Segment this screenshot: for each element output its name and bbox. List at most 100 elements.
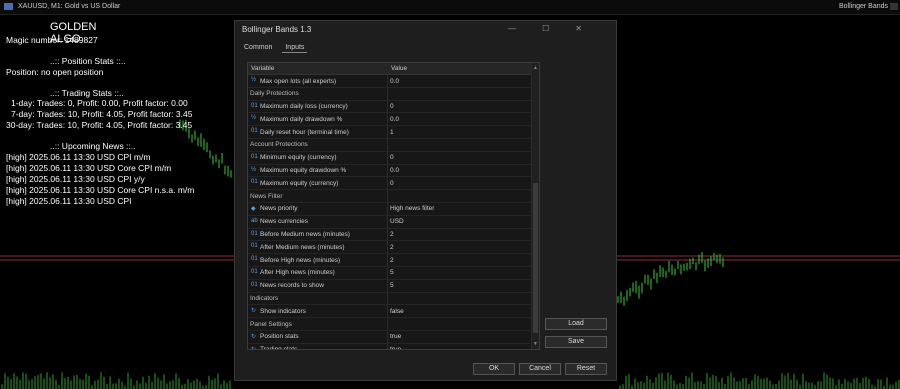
column-divider bbox=[387, 254, 388, 266]
parameter-value[interactable]: 0 bbox=[390, 103, 394, 110]
column-header-value[interactable]: Value bbox=[391, 65, 407, 72]
parameter-name: Maximum daily loss (currency) bbox=[260, 103, 348, 111]
grid-row[interactable]: 01 News records to show 5 bbox=[248, 279, 539, 293]
parameter-name: Maximum equity drawdown % bbox=[260, 167, 347, 175]
inputs-grid: Variable Value ½ Max open lots (all exper… bbox=[247, 62, 540, 350]
grid-row[interactable]: ½ Max open lots (all experts) 0.0 bbox=[248, 75, 539, 88]
minimize-icon[interactable]: — bbox=[508, 24, 542, 33]
grid-row[interactable]: ◆ News priority High news filter bbox=[248, 202, 539, 216]
parameter-name: After Medium news (minutes) bbox=[260, 243, 345, 251]
position-status: Position: no open position bbox=[6, 67, 104, 77]
scroll-up-icon[interactable]: ▲ bbox=[533, 65, 538, 71]
grid-row[interactable]: 01 Before High news (minutes) 2 bbox=[248, 254, 539, 267]
parameter-value[interactable]: 0.0 bbox=[390, 116, 399, 123]
column-header-variable[interactable]: Variable bbox=[251, 65, 274, 72]
column-divider bbox=[387, 75, 388, 87]
parameter-value[interactable]: false bbox=[390, 308, 404, 315]
tab-common[interactable]: Common bbox=[241, 43, 275, 52]
grid-row[interactable]: ↻ Trading stats true bbox=[248, 343, 539, 349]
parameter-value[interactable]: true bbox=[390, 346, 401, 349]
grid-row[interactable]: ½ Maximum daily drawdown % 0.0 bbox=[248, 113, 539, 127]
parameter-name: News currencies bbox=[260, 218, 309, 226]
column-divider bbox=[387, 126, 388, 138]
load-button[interactable]: Load bbox=[545, 318, 607, 330]
column-divider bbox=[387, 164, 388, 177]
parameter-name: Position stats bbox=[260, 333, 299, 341]
grid-row[interactable]: ab News currencies USD bbox=[248, 215, 539, 229]
column-divider bbox=[387, 215, 388, 228]
parameter-name: Maximum daily drawdown % bbox=[260, 115, 343, 123]
grid-row[interactable]: 01 Maximum daily loss (currency) 0 bbox=[248, 100, 539, 114]
news-item: [high] 2025.06.11 13:30 USD CPI bbox=[6, 196, 132, 206]
parameter-value[interactable]: 5 bbox=[390, 269, 394, 276]
scrollbar-thumb[interactable] bbox=[533, 183, 538, 333]
column-divider bbox=[387, 305, 388, 318]
ok-button[interactable]: OK bbox=[473, 363, 515, 375]
parameter-value[interactable]: 2 bbox=[390, 257, 394, 264]
grid-section-header: Account Protections bbox=[248, 138, 539, 152]
trading-stats-7day: 7-day: Trades: 10, Profit: 4.05, Profit … bbox=[11, 109, 193, 119]
parameter-value[interactable]: 0 bbox=[390, 154, 394, 161]
grid-row[interactable]: 01 Maximum equity (currency) 0 bbox=[248, 177, 539, 191]
column-divider bbox=[387, 228, 388, 241]
parameter-value[interactable]: 0 bbox=[390, 180, 394, 187]
parameter-value[interactable]: 0.0 bbox=[390, 78, 399, 85]
parameter-name: Before Medium news (minutes) bbox=[260, 231, 350, 239]
grid-row[interactable]: 01 Before Medium news (minutes) 2 bbox=[248, 228, 539, 242]
column-divider bbox=[387, 202, 388, 215]
magic-number: Magic number: 1489827 bbox=[6, 35, 98, 45]
grid-row[interactable]: 01 After High news (minutes) 5 bbox=[248, 266, 539, 280]
column-divider bbox=[387, 292, 388, 305]
section-label: Daily Protections bbox=[250, 90, 299, 98]
parameter-value[interactable]: 5 bbox=[390, 282, 394, 289]
parameter-value[interactable]: true bbox=[390, 333, 401, 340]
parameter-name: Max open lots (all experts) bbox=[260, 77, 337, 85]
parameter-value[interactable]: USD bbox=[390, 218, 404, 225]
parameter-value[interactable]: 1 bbox=[390, 129, 394, 136]
scroll-down-icon[interactable]: ▼ bbox=[533, 341, 538, 347]
indicator-properties-dialog: Bollinger Bands 1.3 —☐✕ Common Inputs Va… bbox=[234, 20, 617, 381]
news-item: [high] 2025.06.11 13:30 USD CPI y/y bbox=[6, 174, 145, 184]
grid-row[interactable]: ↻ Show indicators false bbox=[248, 305, 539, 319]
column-divider bbox=[387, 343, 388, 349]
grid-row[interactable]: ↻ Position stats true bbox=[248, 330, 539, 344]
parameter-value[interactable]: 2 bbox=[390, 244, 394, 251]
grid-header: Variable Value bbox=[248, 63, 539, 75]
parameter-name: Daily reset hour (terminal time) bbox=[260, 128, 349, 136]
grid-row[interactable]: 01 After Medium news (minutes) 2 bbox=[248, 241, 539, 255]
close-icon[interactable]: ✕ bbox=[575, 24, 608, 33]
parameter-value[interactable]: 0.0 bbox=[390, 167, 399, 174]
tab-inputs[interactable]: Inputs bbox=[282, 43, 308, 53]
grid-section-header: Panel Settings bbox=[248, 318, 539, 331]
grid-row[interactable]: ½ Maximum equity drawdown % 0.0 bbox=[248, 164, 539, 178]
news-item: [high] 2025.06.11 13:30 USD Core CPI n.s… bbox=[6, 185, 195, 195]
column-divider bbox=[387, 330, 388, 343]
parameter-name: News records to show bbox=[260, 282, 324, 290]
grid-row[interactable]: 01 Minimum equity (currency) 0 bbox=[248, 151, 539, 165]
cancel-button[interactable]: Cancel bbox=[519, 363, 561, 375]
window-controls: —☐✕ bbox=[508, 24, 608, 33]
column-divider bbox=[387, 87, 388, 100]
save-button[interactable]: Save bbox=[545, 336, 607, 348]
grid-scrollbar[interactable]: ▲ ▼ bbox=[531, 63, 539, 349]
parameter-name: Before High news (minutes) bbox=[260, 256, 341, 264]
column-divider bbox=[387, 177, 388, 190]
grid-row[interactable]: 01 Daily reset hour (terminal time) 1 bbox=[248, 126, 539, 139]
section-label: Indicators bbox=[250, 295, 279, 303]
dialog-tabs: Common Inputs bbox=[241, 43, 312, 53]
section-label: Panel Settings bbox=[250, 320, 292, 328]
dialog-title-bar[interactable]: Bollinger Bands 1.3 —☐✕ bbox=[235, 21, 616, 38]
parameter-name: Minimum equity (currency) bbox=[260, 154, 337, 162]
news-header: ..:: Upcoming News ::.. bbox=[50, 141, 136, 151]
parameter-name: News priority bbox=[260, 205, 298, 213]
column-divider bbox=[387, 100, 388, 113]
position-stats-header: ..:: Position Stats ::.. bbox=[50, 56, 126, 66]
column-divider bbox=[387, 266, 388, 279]
parameter-name: Show indicators bbox=[260, 307, 306, 315]
reset-button[interactable]: Reset bbox=[565, 363, 607, 375]
parameter-value[interactable]: High news filter bbox=[390, 205, 434, 212]
parameter-value[interactable]: 2 bbox=[390, 231, 394, 238]
column-divider bbox=[387, 113, 388, 126]
column-divider bbox=[387, 279, 388, 292]
maximize-icon[interactable]: ☐ bbox=[542, 24, 575, 33]
